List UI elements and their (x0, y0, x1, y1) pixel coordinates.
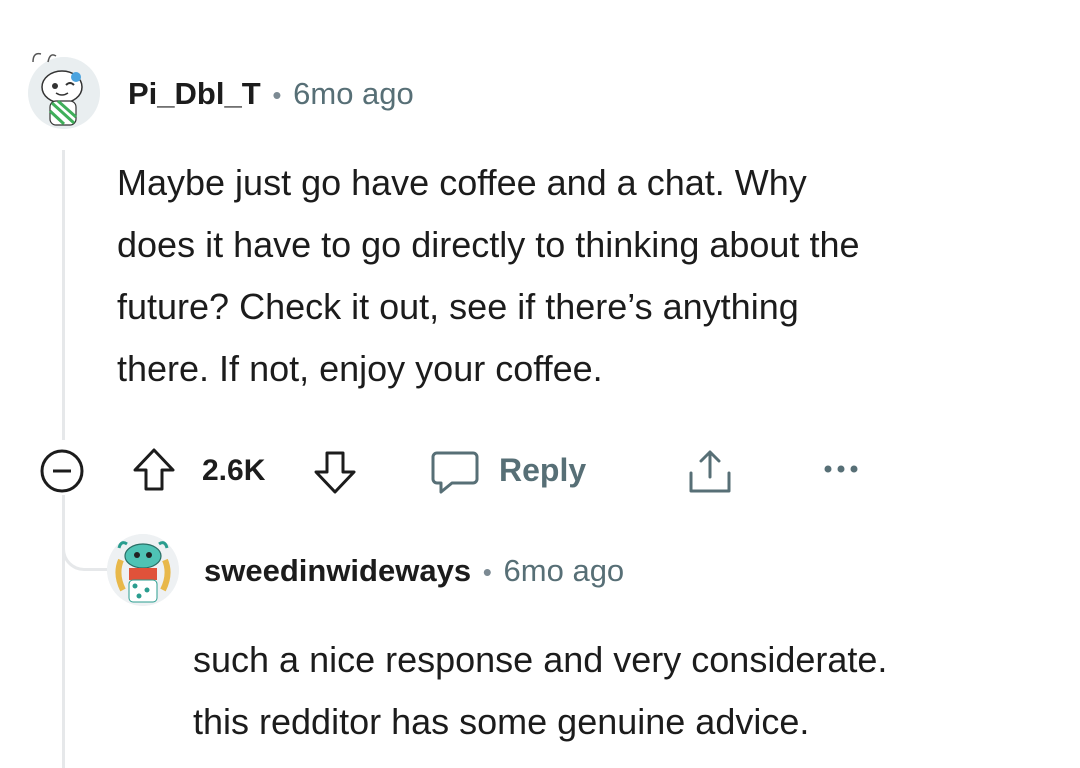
reply-line: such a nice response and very considerat… (193, 639, 888, 680)
reply-meta: sweedinwideways • 6mo ago (204, 553, 624, 589)
vote-count: 2.6K (202, 454, 266, 487)
downvote-arrow-icon[interactable] (311, 448, 359, 496)
username[interactable]: sweedinwideways (204, 553, 471, 588)
meta-separator-dot: • (475, 557, 500, 587)
reply-body: such a nice response and very considerat… (193, 629, 1073, 753)
snoo-avatar-icon (28, 57, 100, 129)
comment-body: Maybe just go have coffee and a chat. Wh… (117, 152, 1077, 400)
comment-line: there. If not, enjoy your coffee. (117, 348, 603, 389)
thread-line-main (62, 150, 65, 440)
thread-branch-curve (62, 495, 113, 571)
antenna-icon (32, 52, 57, 63)
more-options-icon[interactable] (822, 462, 862, 476)
share-icon[interactable] (685, 447, 735, 497)
comment-meta: Pi_Dbl_T • 6mo ago (128, 76, 414, 112)
reply-line: this redditor has some genuine advice. (193, 701, 810, 742)
collapse-minus-icon[interactable] (39, 448, 85, 494)
comment-line: does it have to go directly to thinking … (117, 224, 860, 265)
timestamp: 6mo ago (503, 553, 625, 588)
upvote-arrow-icon[interactable] (130, 446, 178, 494)
comment-line: Maybe just go have coffee and a chat. Wh… (117, 162, 807, 203)
meta-separator-dot: • (265, 80, 289, 110)
avatar[interactable] (28, 57, 100, 129)
snoo-avatar-icon (107, 534, 179, 606)
timestamp: 6mo ago (293, 76, 414, 111)
avatar[interactable] (107, 534, 179, 606)
comment-line: future? Check it out, see if there’s any… (117, 286, 799, 327)
speech-bubble-icon[interactable] (430, 447, 480, 497)
username[interactable]: Pi_Dbl_T (128, 76, 261, 111)
reply-button[interactable]: Reply (499, 452, 586, 489)
